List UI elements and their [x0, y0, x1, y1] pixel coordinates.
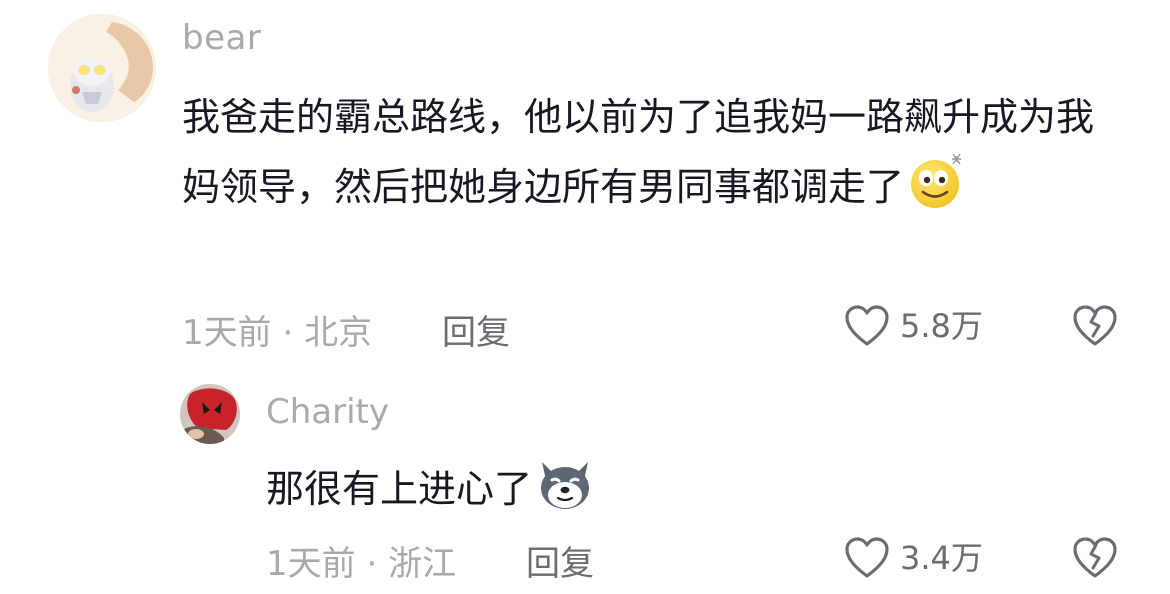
comment-text: 我爸走的霸总路线，他以前为了追我妈一路飙升成为我妈领导，然后把她身边所有男同事都…	[182, 82, 1102, 232]
avatar[interactable]	[48, 14, 156, 122]
comment-meta: 1天前 · 浙江	[266, 536, 456, 585]
husky-dog-emoji-icon	[536, 458, 594, 527]
reply-button[interactable]: 回复	[442, 305, 510, 354]
avatar[interactable]	[180, 384, 240, 444]
heart-icon	[844, 304, 890, 348]
meta-separator: ·	[366, 544, 378, 584]
comment-text: 那很有上进心了	[266, 458, 594, 527]
broken-heart-icon	[1072, 536, 1118, 580]
avatar-image	[48, 14, 156, 122]
reply-comment-item: Charity 那很有上进心了 1天前 · 浙江 回复 3.4万	[0, 370, 1170, 594]
reply-button[interactable]: 回复	[526, 536, 594, 585]
comment-text-content: 那很有上进心了	[266, 467, 533, 511]
comment-location: 浙江	[388, 544, 457, 584]
meta-separator: ·	[282, 313, 294, 353]
avatar-image	[180, 384, 240, 444]
dislike-button[interactable]	[1072, 304, 1118, 348]
dizzy-smile-emoji-icon	[908, 152, 966, 232]
like-button[interactable]: 5.8万	[844, 304, 983, 348]
comment-location: 北京	[304, 313, 373, 353]
like-count: 5.8万	[900, 307, 983, 345]
username[interactable]: bear	[182, 18, 261, 58]
comment-time: 1天前	[266, 544, 356, 584]
comment-item: bear 我爸走的霸总路线，他以前为了追我妈一路飙升成为我妈领导，然后把她身边所…	[0, 0, 1170, 370]
like-count: 3.4万	[900, 539, 983, 577]
heart-icon	[844, 536, 890, 580]
like-button[interactable]: 3.4万	[844, 536, 983, 580]
comment-time: 1天前	[182, 313, 272, 353]
username[interactable]: Charity	[266, 392, 389, 432]
broken-heart-icon	[1072, 304, 1118, 348]
dislike-button[interactable]	[1072, 536, 1118, 580]
comment-meta: 1天前 · 北京	[182, 305, 372, 354]
